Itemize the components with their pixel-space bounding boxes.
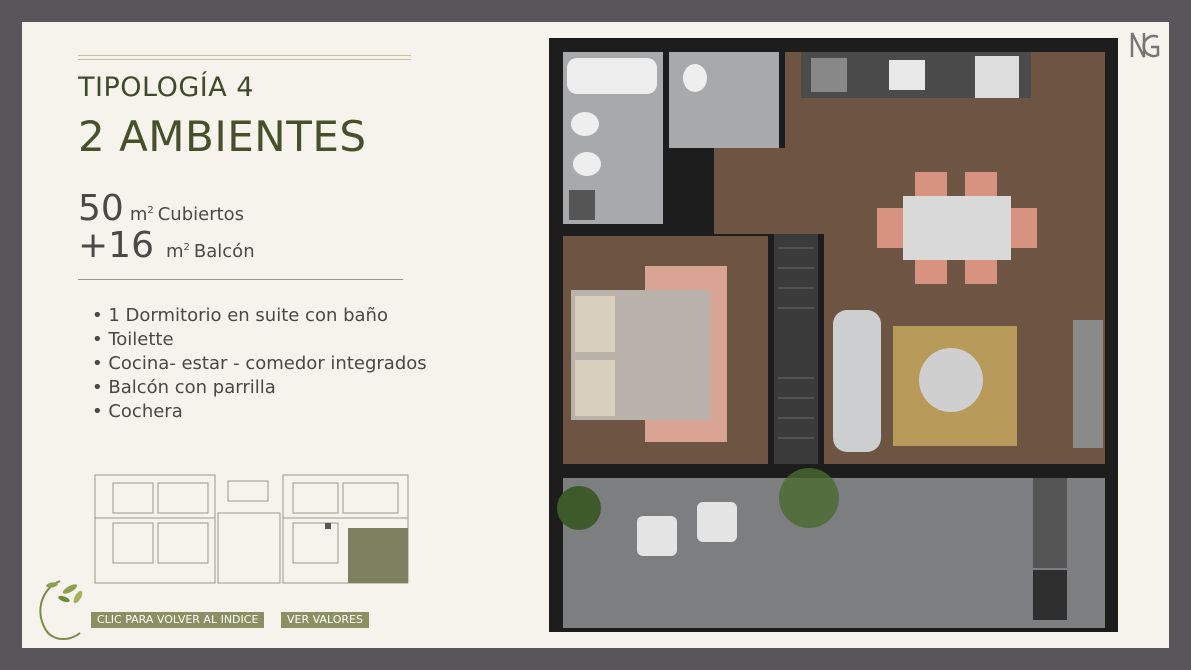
balcony-area-label: Balcón [193,241,255,262]
covered-area-label: Cubiertos [157,204,245,225]
balcony-area-unit: m2 [165,241,190,262]
back-to-index-button[interactable]: CLIC PARA VOLVER AL INDICE [91,612,265,628]
bathtub [567,58,657,94]
feature-item: Cochera [92,400,427,424]
coffee-table [919,348,983,412]
feature-item: Toilette [92,328,427,352]
feature-item: Balcón con parrilla [92,376,427,400]
balcony-chair [697,502,737,542]
typology-title: TIPOLOGÍA 4 [78,72,254,103]
features-list: 1 Dormitorio en suite con baño Toilette … [92,304,427,424]
toilette-tiles [669,52,779,148]
sofa [833,310,881,452]
olive-branch-logo [39,580,83,640]
building-key-plan [93,473,411,585]
grill [1033,478,1067,568]
feature-item: 1 Dormitorio en suite con baño [92,304,427,328]
top-rule [78,55,411,60]
feature-item: Cocina- estar - comedor integrados [92,352,426,376]
rooms-title: 2 AMBIENTES [78,112,367,161]
brand-monogram-icon [1130,32,1160,58]
divider [78,279,403,280]
view-prices-button[interactable]: VER VALORES [281,612,369,628]
floor-plan [549,38,1118,632]
dining-table [903,196,1011,260]
covered-area-value: 50 [78,188,124,229]
covered-area: 50 m2 Cubiertos [78,188,244,229]
highlighted-unit [348,528,408,583]
tv-console [1073,320,1103,448]
balcony-chair [637,516,677,556]
covered-area-unit: m2 [129,204,154,225]
balcony-area: +16 m2 Balcón [78,225,255,266]
balcony-area-value: +16 [78,225,154,266]
